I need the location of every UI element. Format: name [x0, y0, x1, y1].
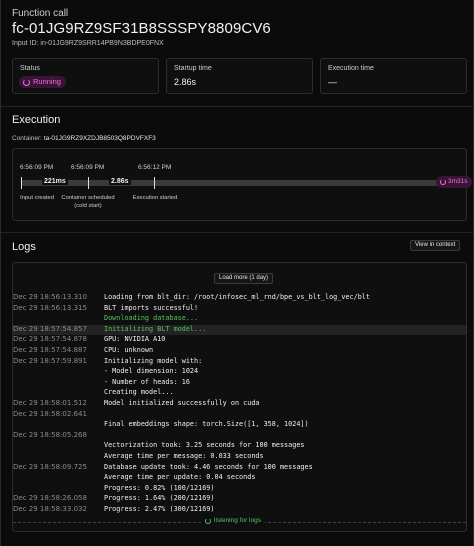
- log-timestamp: Dec 29 18:58:01.512: [13, 399, 87, 407]
- startup-time-label: Startup time: [174, 65, 212, 72]
- execution-time-value: —: [328, 77, 337, 87]
- spinner-icon: [205, 517, 211, 524]
- status-value: Running: [33, 77, 61, 86]
- running-duration: 3m31s: [448, 178, 468, 185]
- log-message: - Number of heads: 16: [104, 377, 190, 386]
- log-viewer[interactable]: Load more (1 day) Dec 29 18:56:13.310 Loa…: [12, 262, 467, 532]
- log-row: Dec 29 18:57:54.857 Initializing BLT mode…: [13, 324, 466, 336]
- spinner-icon: [23, 78, 30, 86]
- log-row: Vectorization took: 3.25 seconds for 100…: [13, 441, 466, 452]
- execution-time-label: Execution time: [328, 65, 374, 72]
- log-message: Final embeddings shape: torch.Size([1, 3…: [104, 420, 309, 429]
- log-row: Dec 29 18:58:01.512 Model initialized suc…: [13, 399, 466, 410]
- startup-time-card: Startup time 2.86s: [166, 58, 313, 94]
- timeline-track: [21, 180, 439, 186]
- log-message: Downloading database...: [104, 314, 199, 323]
- function-call-panel: Function call fc-01JG9RZ9SF31B8SSSPY8809…: [0, 0, 474, 546]
- log-message: Initializing model with:: [104, 356, 203, 365]
- log-row: Dec 29 18:57:54.887 CPU: unknown: [13, 346, 466, 357]
- log-timestamp: Dec 29 18:56:13.310: [13, 293, 87, 301]
- log-row: Dec 29 18:56:13.315 BLT imports successfu…: [13, 304, 466, 315]
- execution-section-title: Execution: [12, 114, 61, 126]
- log-row: Dec 29 18:58:05.268: [13, 431, 466, 442]
- log-timestamp: Dec 29 18:57:54.887: [13, 346, 87, 354]
- log-message: - Model dimension: 1024: [104, 367, 199, 376]
- spinner-icon: [440, 179, 446, 185]
- log-message: BLT imports successful!: [104, 303, 199, 312]
- view-in-context-button[interactable]: View in context: [410, 240, 461, 251]
- log-message: Loading from blt_dir: /root/infosec_ml_r…: [104, 293, 370, 301]
- log-message: Progress: 0.82% (100/12169): [104, 483, 215, 492]
- log-timestamp: Dec 29 18:58:33.032: [13, 505, 87, 513]
- log-message: CPU: unknown: [104, 346, 154, 354]
- log-row: Dec 29 18:57:54.878 GPU: NVIDIA A10: [13, 335, 466, 346]
- log-row: - Model dimension: 1024: [13, 367, 466, 378]
- log-row: Dec 29 18:58:02.641: [13, 410, 466, 421]
- log-message: Initializing BLT model...: [104, 324, 207, 333]
- timestamp-execution-started: 6:56:12 PM: [138, 164, 172, 171]
- timeline-tick: [154, 177, 155, 189]
- log-row: - Number of heads: 16: [13, 378, 466, 389]
- execution-time-card: Execution time —: [320, 58, 467, 94]
- log-timestamp: Dec 29 18:57:54.857: [13, 324, 87, 333]
- load-more-button[interactable]: Load more (1 day): [214, 273, 274, 284]
- log-row: Dec 29 18:58:09.725 Database update took:…: [13, 463, 466, 474]
- function-call-id-title[interactable]: fc-01JG9RZ9SF31B8SSSPY8809CV6: [12, 20, 271, 37]
- log-row: Dec 29 18:58:33.032 Progress: 2.47% (300/…: [13, 505, 466, 516]
- log-message: Average time per message: 0.033 seconds: [104, 452, 264, 460]
- timeline-tick: [88, 177, 89, 189]
- event-container-scheduled: Container scheduled (cold start): [61, 195, 115, 209]
- container-label: Container:: [12, 135, 42, 142]
- execution-timeline: 6:56:09 PM 6:56:09 PM 6:56:12 PM 221ms 2…: [12, 148, 472, 221]
- kicker-label: Function call: [12, 8, 69, 19]
- log-timestamp: Dec 29 18:58:09.725: [13, 462, 87, 471]
- log-row: Downloading database...: [13, 314, 466, 325]
- event-execution-started: Execution started: [132, 195, 178, 201]
- status-badge: Running: [19, 76, 66, 88]
- log-message: Vectorization took: 3.25 seconds for 100…: [104, 441, 305, 450]
- log-message: Model initialized successfully on cuda: [104, 399, 260, 407]
- timeline-tick: [21, 177, 22, 189]
- log-timestamp: Dec 29 18:57:59.891: [13, 356, 87, 365]
- log-row: Average time per update: 0.04 seconds: [13, 473, 466, 484]
- log-row: Average time per message: 0.033 seconds: [13, 452, 466, 463]
- timestamp-input-created: 6:56:09 PM: [20, 164, 54, 171]
- running-duration-badge: 3m31s: [436, 176, 472, 188]
- timestamp-container-scheduled: 6:56:09 PM: [71, 164, 105, 171]
- listening-label: listening for logs: [214, 517, 261, 524]
- container-id[interactable]: ta-01JG9RZ9XZDJB8503Q8PDVFXF3: [44, 135, 156, 142]
- log-message: Database update took: 4.46 seconds for 1…: [104, 462, 313, 471]
- log-message: GPU: NVIDIA A10: [104, 335, 166, 344]
- log-message: Creating model...: [104, 388, 174, 397]
- log-row: Progress: 0.82% (100/12169): [13, 484, 466, 495]
- event-input-created: Input created: [20, 195, 54, 201]
- listening-indicator: listening for logs: [201, 517, 265, 524]
- divider: [1, 106, 473, 107]
- log-timestamp: Dec 29 18:58:02.641: [13, 409, 87, 418]
- log-row: Dec 29 18:56:13.310 Loading from blt_dir:…: [13, 293, 466, 304]
- log-row: Dec 29 18:57:59.891 Initializing model wi…: [13, 357, 466, 368]
- log-timestamp: Dec 29 18:56:13.315: [13, 303, 87, 312]
- input-id[interactable]: Input ID: in-01JG9RZ9SRR14PB9N3BDPE0FNX: [12, 40, 164, 47]
- log-timestamp: Dec 29 18:58:05.268: [13, 430, 87, 439]
- startup-time-value: 2.86s: [174, 77, 197, 87]
- log-message: Progress: 2.47% (300/12169): [104, 505, 215, 513]
- status-label: Status: [20, 65, 40, 72]
- log-message: Average time per update: 0.04 seconds: [104, 473, 256, 482]
- log-timestamp: Dec 29 18:57:54.878: [13, 335, 87, 344]
- status-card: Status Running: [12, 58, 159, 94]
- divider: [1, 232, 473, 233]
- log-row: Final embeddings shape: torch.Size([1, 3…: [13, 420, 466, 431]
- segment-duration-startup: 2.86s: [109, 178, 131, 185]
- log-row: Dec 29 18:58:26.058 Progress: 1.64% (200/…: [13, 494, 466, 505]
- logs-section-title: Logs: [12, 241, 36, 253]
- container-line: Container: ta-01JG9RZ9XZDJB8503Q8PDVFXF3: [12, 135, 156, 142]
- segment-duration-queue: 221ms: [42, 178, 68, 185]
- log-timestamp: Dec 29 18:58:26.058: [13, 494, 87, 503]
- log-message: Progress: 1.64% (200/12169): [104, 494, 215, 503]
- log-row: Creating model...: [13, 388, 466, 399]
